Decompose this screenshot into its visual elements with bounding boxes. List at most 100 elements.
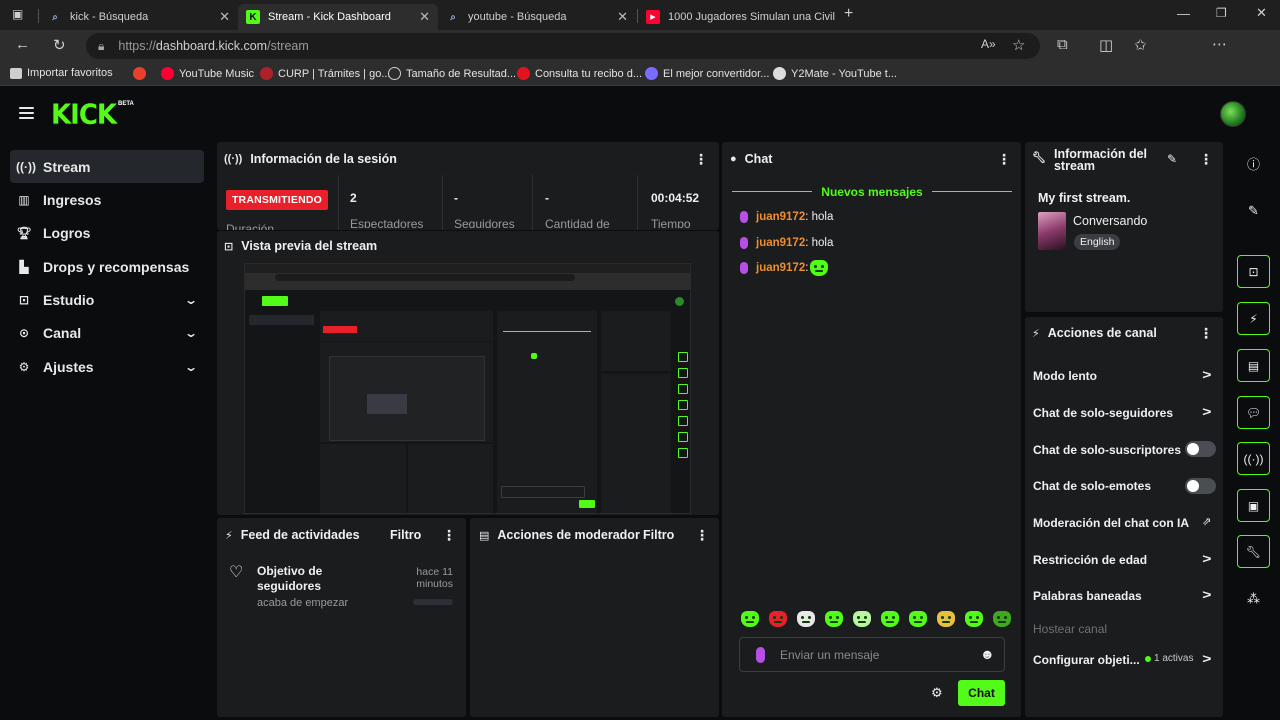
emote-angel-icon[interactable] xyxy=(741,611,759,627)
sidebar-item-stream[interactable]: ((·)) Stream xyxy=(10,150,204,183)
chat-toggle-icon[interactable]: 💬︎ xyxy=(1237,396,1270,429)
emote-wink-icon[interactable] xyxy=(965,611,983,627)
kick-logo[interactable]: KICK xyxy=(51,99,117,131)
user-avatar[interactable] xyxy=(1220,101,1246,127)
emote-cool-icon[interactable] xyxy=(937,611,955,627)
chat-input-box[interactable]: ☻ xyxy=(739,637,1005,672)
window-close-icon[interactable]: ✕ xyxy=(1256,5,1267,21)
favorites-icon[interactable]: ✩ xyxy=(1134,36,1147,54)
activity-filter-button[interactable]: Filtro xyxy=(390,528,421,542)
tab-kick-search[interactable]: ⌕ kick - Búsqueda ✕ xyxy=(40,4,238,30)
new-tab-icon[interactable]: + xyxy=(844,5,853,23)
menu-icon[interactable] xyxy=(19,107,34,119)
sidebar-item-estudio[interactable]: ⊡ Estudio ⌄ xyxy=(10,283,204,316)
emoji-picker-icon[interactable]: ☻ xyxy=(980,646,995,662)
chat-message[interactable]: juan9172 : hola xyxy=(740,211,833,223)
url-field[interactable]: 🔒︎ https://dashboard.kick.com/stream xyxy=(86,33,1040,59)
sidebar-item-ingresos[interactable]: ▥ Ingresos xyxy=(10,183,204,216)
bookmark-import[interactable]: Importar favoritos xyxy=(10,67,113,79)
edit-pencil-icon[interactable]: ✎ xyxy=(1237,194,1270,227)
emote-shock-icon[interactable] xyxy=(853,611,871,627)
bookmark-tamano[interactable]: Tamaño de Resultad... xyxy=(388,67,516,80)
info-icon[interactable]: ⓘ xyxy=(1237,147,1270,180)
chat-username[interactable]: juan9172 xyxy=(756,262,805,274)
close-icon[interactable]: ✕ xyxy=(219,9,230,25)
emote-angry-icon[interactable] xyxy=(769,611,787,627)
chevron-right-icon[interactable]: > xyxy=(1202,404,1211,419)
preview-toggle-icon[interactable]: ⊡ xyxy=(1237,255,1270,288)
tab-youtube-video[interactable]: ▶ 1000 Jugadores Simulan una Civil xyxy=(638,4,836,30)
emote-eyes-icon[interactable] xyxy=(797,611,815,627)
chevron-right-icon[interactable]: > xyxy=(1202,367,1211,382)
chevron-right-icon[interactable]: > xyxy=(1202,587,1211,602)
video-toggle-icon[interactable]: ▣ xyxy=(1237,489,1270,522)
chat-username[interactable]: juan9172 xyxy=(756,211,805,223)
back-icon[interactable]: ← xyxy=(15,36,30,53)
sidebar-item-drops[interactable]: ▙ Drops y recompensas xyxy=(10,250,204,283)
chat-message-input[interactable] xyxy=(780,646,970,664)
subscribers-only-toggle[interactable] xyxy=(1185,441,1216,457)
emotes-only-toggle[interactable] xyxy=(1185,478,1216,494)
channel-actions-menu-icon[interactable]: ⋮ xyxy=(1199,326,1213,340)
maximize-icon[interactable]: ❐ xyxy=(1216,6,1227,20)
bookmark-icon-only[interactable] xyxy=(133,67,151,80)
action-subscribers-only[interactable]: Chat de solo-suscriptores xyxy=(1033,443,1181,457)
minimize-icon[interactable]: — xyxy=(1177,6,1190,21)
chat-message[interactable]: juan9172 : hola xyxy=(740,237,833,249)
chat-message[interactable]: juan9172 : xyxy=(740,260,829,276)
close-icon[interactable]: ✕ xyxy=(617,9,628,25)
emote-smug-icon[interactable] xyxy=(825,611,843,627)
chat-menu-icon[interactable]: ⋮ xyxy=(997,152,1011,166)
action-ai-moderation[interactable]: Moderación del chat con IA xyxy=(1033,516,1189,530)
bookmark-y2mate[interactable]: Y2Mate - YouTube t... xyxy=(773,67,897,80)
chevron-right-icon[interactable]: > xyxy=(1202,651,1211,666)
chat-username[interactable]: juan9172 xyxy=(756,237,805,249)
tab-kick-dashboard[interactable]: K Stream - Kick Dashboard ✕ xyxy=(238,4,438,30)
activity-toggle-icon[interactable]: ⚡︎ xyxy=(1237,302,1270,335)
moderator-menu-icon[interactable]: ⋮ xyxy=(695,528,709,542)
extensions-icon[interactable]: ⧉ xyxy=(1057,36,1068,53)
broadcast-toggle-icon[interactable]: ((·)) xyxy=(1237,442,1270,475)
refresh-icon[interactable]: ↻ xyxy=(53,36,66,54)
gear-icon: ⚙︎ xyxy=(18,359,30,374)
emote-happy-icon[interactable] xyxy=(881,611,899,627)
action-age-restriction[interactable]: Restricción de edad xyxy=(1033,553,1147,567)
document-toggle-icon[interactable]: ▤ xyxy=(1237,349,1270,382)
bookmark-curp[interactable]: CURP | Trámites | go... xyxy=(260,67,391,80)
chat-settings-gear-icon[interactable]: ⚙︎ xyxy=(931,685,943,701)
action-banned-words[interactable]: Palabras baneadas xyxy=(1033,589,1142,603)
favorite-star-icon[interactable]: ☆ xyxy=(1012,36,1025,54)
action-configure-goals[interactable]: Configurar objeti... xyxy=(1033,653,1140,667)
tab-youtube-search[interactable]: ⌕ youtube - Búsqueda ✕ xyxy=(438,4,636,30)
chat-send-button[interactable]: Chat xyxy=(958,680,1005,706)
stream-preview-video[interactable] xyxy=(244,263,691,514)
activity-menu-icon[interactable]: ⋮ xyxy=(442,528,456,542)
external-link-icon[interactable]: ⇗ xyxy=(1202,515,1211,528)
action-followers-only[interactable]: Chat de solo-seguidores xyxy=(1033,406,1173,420)
widgets-icon[interactable]: ⁂ xyxy=(1237,582,1270,615)
moderator-filter-button[interactable]: Filtro xyxy=(643,528,674,542)
edit-pencil-icon[interactable]: ✎ xyxy=(1167,152,1177,166)
bookmark-youtube-music[interactable]: YouTube Music xyxy=(161,67,254,80)
close-icon[interactable]: ✕ xyxy=(419,9,430,25)
chart-icon: ▥ xyxy=(18,192,30,207)
sidebar-item-canal[interactable]: ⊙ Canal ⌄ xyxy=(10,316,204,349)
chevron-right-icon[interactable]: > xyxy=(1202,551,1211,566)
stream-info-menu-icon[interactable]: ⋮ xyxy=(1199,152,1213,166)
read-aloud-icon[interactable]: A» xyxy=(981,37,996,51)
tab-title: Stream - Kick Dashboard xyxy=(268,11,391,23)
action-emotes-only[interactable]: Chat de solo-emotes xyxy=(1033,479,1151,493)
sidebar-item-ajustes[interactable]: ⚙︎ Ajustes ⌄ xyxy=(10,350,204,383)
split-screen-icon[interactable]: ◫ xyxy=(1099,36,1113,54)
search-icon: ⌕ xyxy=(450,11,456,23)
more-tools-icon[interactable]: ⋯ xyxy=(1212,35,1227,53)
action-slow-mode[interactable]: Modo lento xyxy=(1033,369,1097,383)
sidebar-item-logros[interactable]: 🏆︎ Logros xyxy=(10,216,204,249)
wrench-toggle-icon[interactable]: 🔧︎ xyxy=(1237,535,1270,568)
session-menu-icon[interactable]: ⋮ xyxy=(694,152,708,166)
bookmark-recibo[interactable]: Consulta tu recibo d... xyxy=(517,67,642,80)
emote-grin-icon[interactable] xyxy=(909,611,927,627)
tab-actions-icon[interactable]: ▣ xyxy=(12,7,23,21)
emote-sick-icon[interactable] xyxy=(993,611,1011,627)
bookmark-convertidor[interactable]: El mejor convertidor... xyxy=(645,67,769,80)
